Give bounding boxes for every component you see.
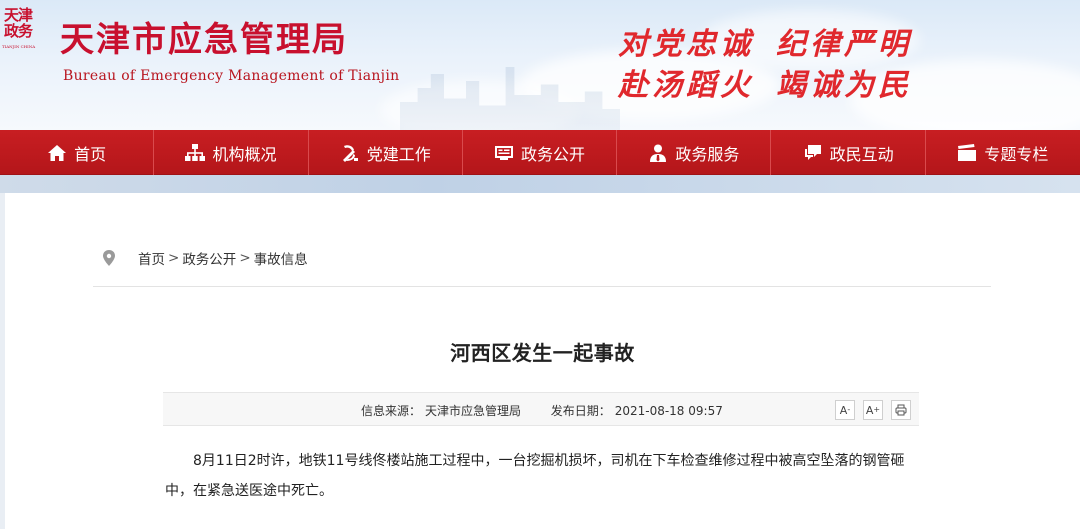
board-icon: [495, 145, 514, 160]
article-meta-bar: 信息来源： 天津市应急管理局 发布日期： 2021-08-18 09:57 A- A…: [163, 392, 919, 426]
nav-item-home[interactable]: 首页: [0, 130, 155, 175]
nav-item-party-building[interactable]: 党建工作: [309, 130, 463, 175]
slogan-line-1: 对党忠诚 纪律严明: [618, 27, 912, 63]
article-title: 河西区发生一起事故: [450, 341, 635, 365]
home-icon: [48, 144, 67, 161]
nav-item-label: 政务公开: [521, 144, 586, 164]
nav-item-government-services[interactable]: 政务服务: [617, 130, 772, 175]
breadcrumb-accident-info-link[interactable]: 事故信息: [254, 248, 308, 268]
article-body: 8月11日2时许，地铁11号线佟楼站施工过程中，一台挖掘机损坏，司机在下车检查维…: [165, 453, 905, 499]
breadcrumb-separator: >: [168, 250, 180, 266]
date-label: 发布日期：: [550, 404, 611, 418]
chat-icon: [804, 144, 821, 160]
emblem-text-2: 政务: [4, 22, 33, 40]
party-emblem-icon: [342, 144, 358, 162]
site-emblem-logo[interactable]: 天津 政务 TIANJIN CHINA: [2, 8, 42, 52]
slogan-text: 纪律严明: [776, 27, 912, 62]
breadcrumb: 首页 > 政务公开 > 事故信息: [102, 248, 308, 268]
slogan-text: 对党忠诚: [618, 27, 754, 62]
emblem-text-1: 天津: [4, 6, 33, 24]
nav-item-label: 机构概况: [212, 144, 277, 164]
font-decrease-button[interactable]: A-: [835, 400, 855, 420]
nav-item-label: 党建工作: [366, 144, 431, 164]
nav-item-organization[interactable]: 机构概况: [154, 130, 309, 175]
font-increase-button[interactable]: A +: [863, 400, 883, 420]
print-button[interactable]: [891, 400, 911, 420]
nav-item-interaction[interactable]: 政民互动: [771, 130, 926, 175]
breadcrumb-divider: [93, 286, 991, 287]
location-pin-icon: [103, 250, 115, 266]
site-title[interactable]: 天津市应急管理局: [60, 20, 348, 60]
nav-shadow-stripe: [0, 175, 1080, 193]
site-subtitle: Bureau of Emergency Management of Tianji…: [63, 68, 400, 84]
source-label: 信息来源：: [361, 404, 422, 418]
font-increase-label: A: [865, 403, 874, 417]
nav-item-special-topics[interactable]: 专题专栏: [926, 130, 1080, 175]
header-banner: 天津 政务 TIANJIN CHINA 天津市应急管理局 Bureau of E…: [0, 0, 1080, 130]
nav-item-label: 专题专栏: [984, 144, 1049, 164]
source-value: 天津市应急管理局: [425, 404, 522, 418]
breadcrumb-government-affairs-link[interactable]: 政务公开: [182, 248, 236, 268]
nav-item-label: 首页: [74, 144, 107, 164]
article-page: 首页 > 政务公开 > 事故信息 河西区发生一起事故 信息来源： 天津市应急管理局…: [5, 193, 1080, 529]
font-decrease-label: A: [839, 403, 848, 417]
nav-item-label: 政务服务: [675, 144, 740, 164]
breadcrumb-separator: >: [239, 250, 251, 266]
date-value: 2021-08-18 09:57: [614, 404, 723, 418]
print-icon: [895, 404, 907, 416]
slogan-line-2: 赴汤蹈火 竭诚为民: [618, 68, 912, 104]
slogan-text: 赴汤蹈火: [618, 68, 754, 103]
nav-item-label: 政民互动: [829, 144, 894, 164]
main-nav: 首页 机构概况 党建工作 政务公开 政务服务 政民互动 专题专栏: [0, 130, 1080, 175]
user-service-icon: [650, 144, 667, 162]
org-chart-icon: [185, 143, 206, 161]
emblem-caption: TIANJIN CHINA: [2, 44, 36, 49]
breadcrumb-home-link[interactable]: 首页: [138, 248, 165, 268]
clapperboard-icon: [958, 143, 977, 161]
article-tools: A- A +: [827, 400, 911, 420]
nav-item-government-affairs[interactable]: 政务公开: [463, 130, 618, 175]
slogan-text: 竭诚为民: [776, 68, 912, 103]
article-meta: 信息来源： 天津市应急管理局 发布日期： 2021-08-18 09:57: [361, 402, 723, 419]
